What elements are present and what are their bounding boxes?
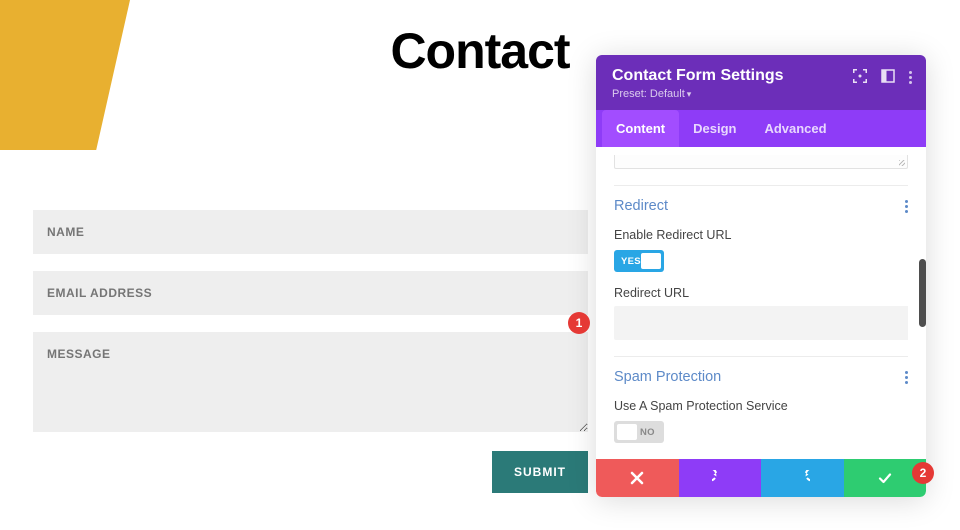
tab-content[interactable]: Content: [602, 110, 679, 147]
tab-advanced[interactable]: Advanced: [750, 110, 840, 147]
close-icon: [629, 470, 645, 486]
panel-tabs: Content Design Advanced: [596, 110, 926, 147]
textarea-fragment[interactable]: [614, 155, 908, 169]
check-icon: [877, 470, 893, 486]
snap-icon[interactable]: [881, 69, 895, 86]
toggle-knob: [641, 253, 661, 269]
kebab-menu-icon[interactable]: [909, 71, 912, 84]
spam-service-label: Use A Spam Protection Service: [614, 399, 908, 413]
panel-header: Contact Form Settings Preset: Default▾: [596, 55, 926, 110]
chevron-down-icon: ▾: [687, 89, 692, 99]
section-menu-icon[interactable]: [905, 200, 908, 213]
panel-body: Redirect Enable Redirect URL YES Redirec…: [596, 147, 926, 459]
scrollbar-thumb[interactable]: [919, 259, 926, 327]
action-bar: [596, 459, 926, 497]
undo-button[interactable]: [679, 459, 762, 497]
section-menu-icon[interactable]: [905, 371, 908, 384]
redirect-url-input[interactable]: [614, 306, 908, 340]
annotation-badge-2: 2: [912, 462, 934, 484]
preset-label: Preset: Default: [612, 88, 685, 100]
expand-icon[interactable]: [853, 69, 867, 86]
enable-redirect-toggle[interactable]: YES: [614, 250, 664, 272]
settings-panel: Contact Form Settings Preset: Default▾ C…: [596, 55, 926, 497]
email-field[interactable]: [33, 271, 588, 315]
tab-design[interactable]: Design: [679, 110, 750, 147]
page-title: Contact: [390, 22, 569, 80]
message-field[interactable]: [33, 332, 588, 432]
decorative-yellow-shape: [0, 0, 130, 150]
contact-form: SUBMIT: [33, 210, 588, 493]
redirect-url-label: Redirect URL: [614, 286, 908, 300]
preset-selector[interactable]: Preset: Default▾: [612, 88, 910, 100]
discard-button[interactable]: [596, 459, 679, 497]
annotation-badge-1: 1: [568, 312, 590, 334]
toggle-yes-text: YES: [614, 256, 641, 267]
section-title-redirect[interactable]: Redirect: [614, 198, 668, 214]
submit-button[interactable]: SUBMIT: [492, 451, 588, 493]
toggle-knob: [617, 424, 637, 440]
undo-icon: [712, 470, 728, 486]
divider: [614, 356, 908, 357]
redo-button[interactable]: [761, 459, 844, 497]
enable-redirect-label: Enable Redirect URL: [614, 228, 908, 242]
section-title-spam[interactable]: Spam Protection: [614, 369, 721, 385]
spam-service-toggle[interactable]: NO: [614, 421, 664, 443]
redo-icon: [794, 470, 810, 486]
name-field[interactable]: [33, 210, 588, 254]
divider: [614, 185, 908, 186]
